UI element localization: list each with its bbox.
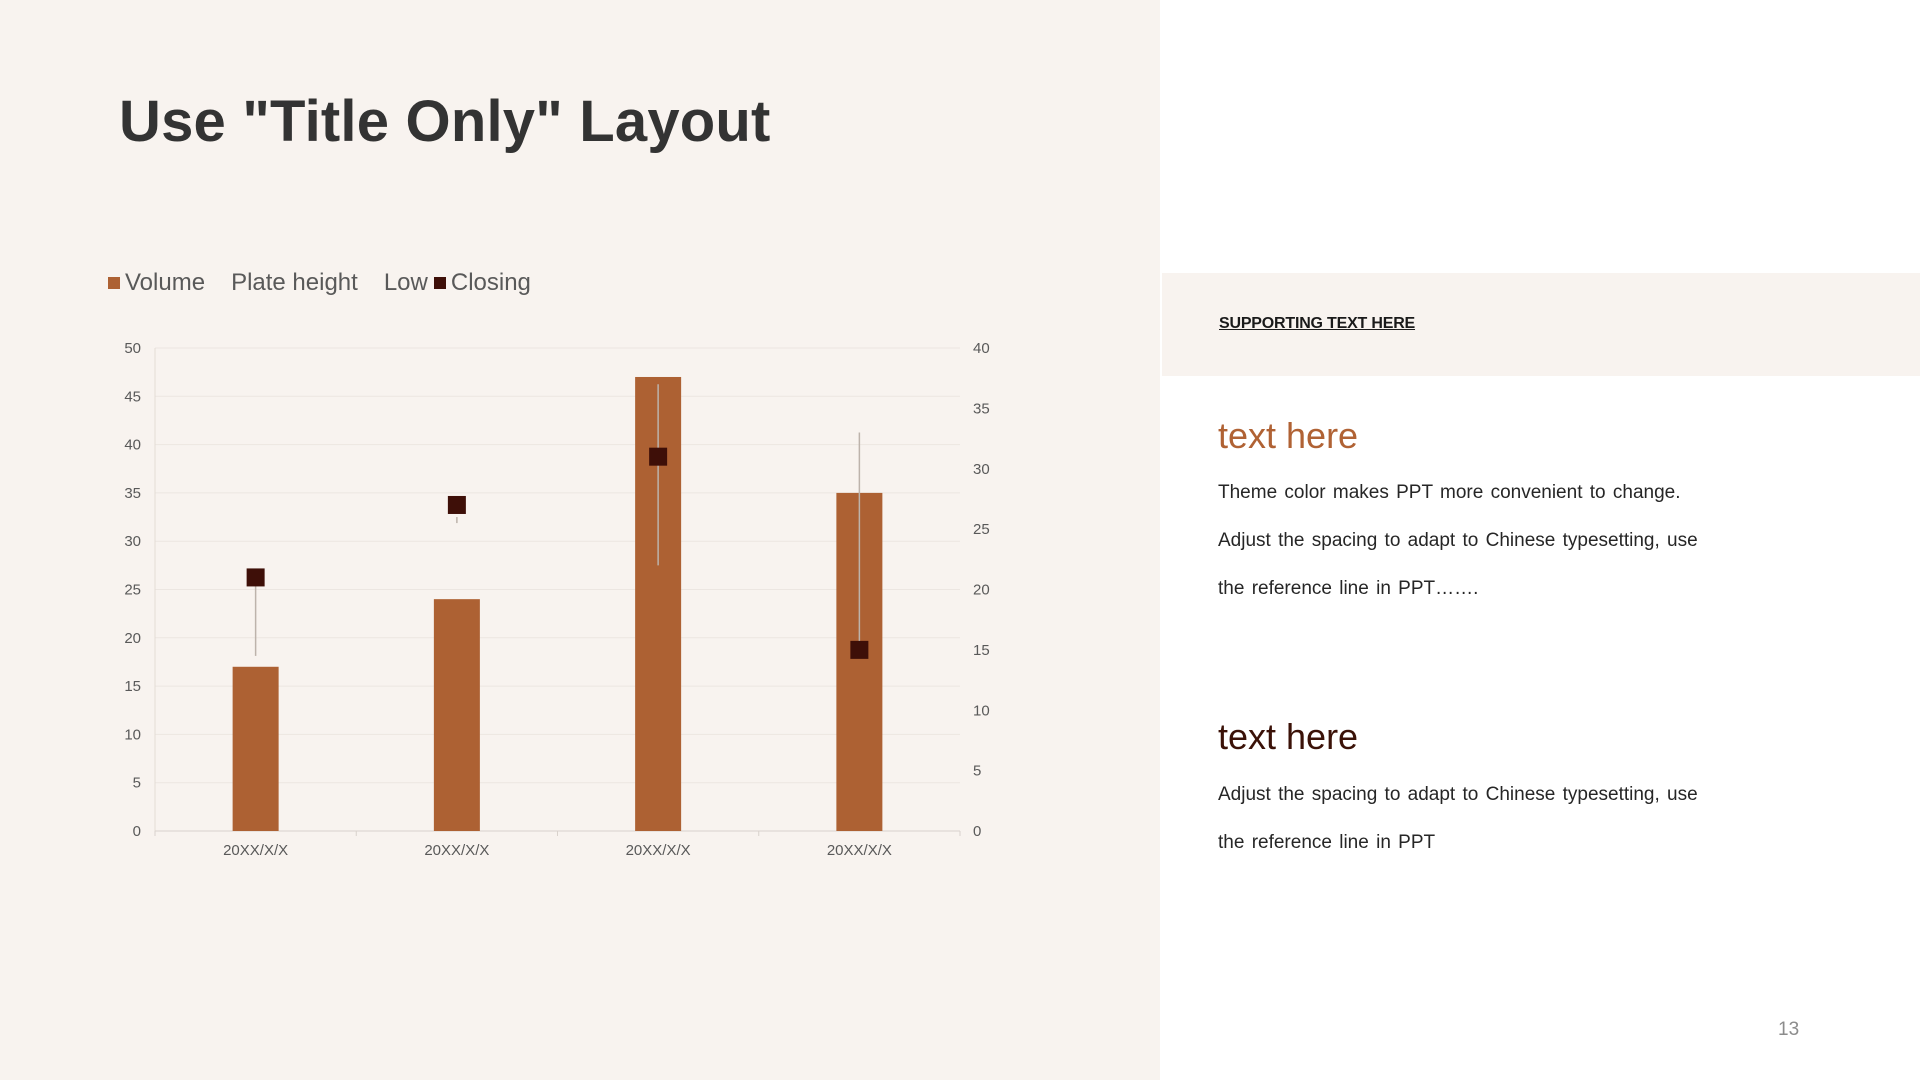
page-number: 13	[1778, 1019, 1800, 1040]
volume-bar	[433, 599, 480, 831]
legend-item-closing: Closing	[433, 269, 531, 297]
secondary-y-axis-tick-label: 35	[973, 400, 990, 417]
closing-marker	[447, 495, 466, 514]
section-1-line-1: Theme color makes PPT more convenient to…	[1218, 482, 1681, 503]
secondary-y-axis-tick-label: 20	[973, 582, 990, 599]
y-axis-tick-label: 0	[133, 823, 141, 840]
section-body-2: Adjust the spacing to adapt to Chinese t…	[1218, 771, 1738, 867]
chart-legend: Volume Plate height Low Closing	[108, 268, 557, 298]
legend-swatch-closing	[433, 277, 446, 289]
x-axis-category-label: 20XX/X/X	[223, 842, 288, 859]
section-2-line-1: Adjust the spacing to adapt to Chinese t…	[1218, 784, 1698, 805]
secondary-y-axis-tick-label: 30	[973, 461, 990, 478]
secondary-y-axis-tick-label: 25	[973, 521, 990, 538]
x-axis-category-label: 20XX/X/X	[827, 842, 892, 859]
closing-marker	[649, 447, 668, 466]
y-axis-tick-label: 15	[124, 678, 141, 695]
secondary-y-axis-tick-label: 15	[973, 642, 990, 659]
blank-panel	[1160, 0, 1920, 273]
section-body-1: Theme color makes PPT more convenient to…	[1218, 469, 1738, 613]
section-1-line-2: Adjust the spacing to adapt to Chinese t…	[1218, 530, 1698, 551]
closing-marker	[850, 640, 869, 659]
stock-volume-chart: 0 5 10 15 20 25 30 35 40 45 50 0 5 10 15 20 25 30 35 40 20XX…	[124, 340, 990, 859]
section-heading-2: text here	[1218, 716, 1359, 757]
y-axis-tick-label: 30	[124, 533, 141, 550]
legend-label-closing: Closing	[450, 269, 531, 296]
secondary-y-axis-tick-label: 5	[973, 763, 981, 780]
y-axis-tick-label: 40	[124, 437, 141, 454]
supporting-band: SUPPORTING TEXT HERE	[1162, 273, 1920, 376]
x-axis-category-label: 20XX/X/X	[424, 842, 489, 859]
y-axis-tick-label: 5	[133, 775, 141, 792]
secondary-y-axis-tick-label: 10	[973, 702, 990, 719]
legend-label-plate-height: Plate height	[231, 269, 358, 296]
y-axis-tick-label: 25	[124, 582, 141, 599]
legend-item-plate-height: Plate height	[231, 269, 358, 297]
section-1-line-3: the reference line in PPT…….	[1218, 578, 1479, 599]
y-axis-tick-label: 10	[124, 726, 141, 743]
secondary-y-axis-tick-label: 40	[973, 340, 990, 357]
legend-item-volume: Volume	[108, 269, 205, 297]
secondary-y-axis-tick-label: 0	[973, 823, 981, 840]
section-heading-1: text here	[1218, 415, 1359, 456]
y-axis-tick-label: 20	[124, 630, 141, 647]
legend-label-low: Low	[383, 269, 428, 296]
y-axis-tick-label: 50	[124, 340, 141, 357]
y-axis-tick-label: 45	[124, 388, 141, 405]
supporting-text-link[interactable]: SUPPORTING TEXT HERE	[1219, 315, 1415, 333]
legend-item-low: Low	[384, 269, 428, 297]
closing-marker	[246, 568, 265, 587]
x-axis-category-label: 20XX/X/X	[626, 842, 691, 859]
legend-swatch-volume	[108, 277, 120, 289]
page-title: Use "Title Only" Layout	[119, 89, 771, 154]
section-2-line-2: the reference line in PPT	[1218, 832, 1436, 853]
legend-label-volume: Volume	[125, 269, 206, 296]
y-axis-tick-label: 35	[124, 485, 141, 502]
volume-bar	[232, 666, 279, 831]
